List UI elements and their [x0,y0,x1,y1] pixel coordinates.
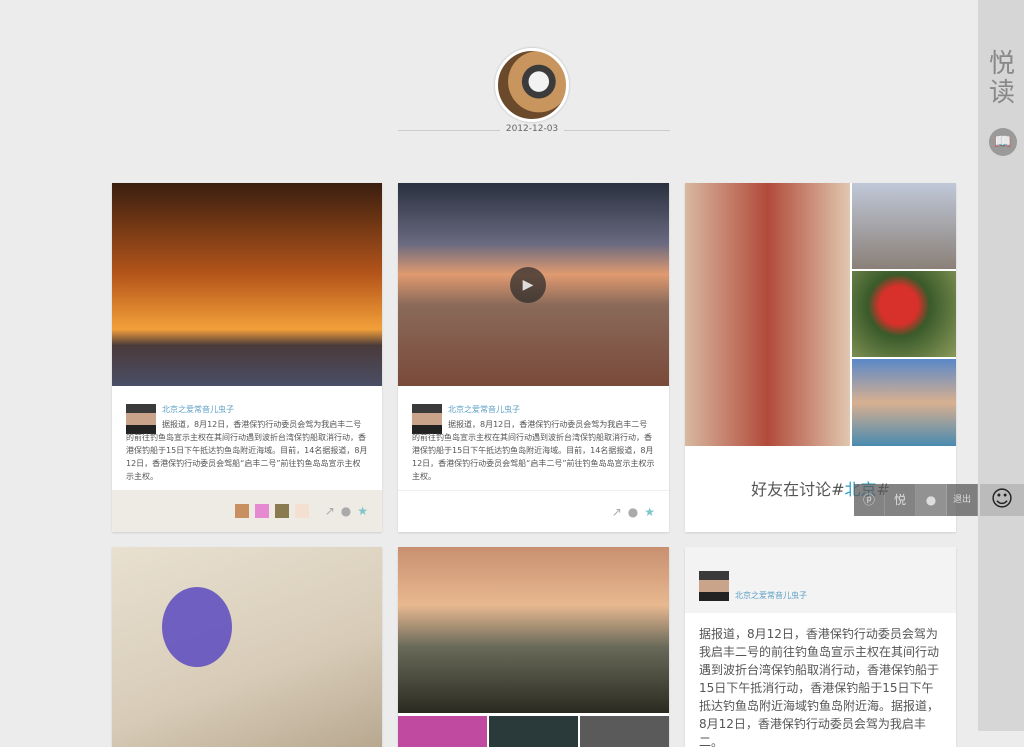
post-footer: ↗ ● ★ [112,490,382,532]
author-name[interactable]: 北京之爱常音儿虫子 [735,590,807,601]
collage-image[interactable] [852,359,956,446]
user-face-avatar[interactable]: ☺ [980,484,1024,516]
logout-button[interactable]: 退出 [947,484,978,516]
book-icon[interactable]: 📖 [989,128,1017,156]
pin-icon[interactable]: ⓟ [854,484,885,516]
friend-avatar[interactable] [234,504,249,518]
collage-image[interactable] [852,183,956,269]
post-card[interactable]: 北京之爱常音儿虫子 据报道，8月12日，香港保钓行动委员会驾为我启丰二号的前往钓… [685,547,956,747]
star-icon[interactable]: ★ [357,504,368,518]
thumb-image[interactable] [398,716,487,747]
author-avatar[interactable] [412,404,442,434]
thumb-image[interactable] [489,716,578,747]
star-icon[interactable]: ★ [644,505,655,519]
collage-image[interactable] [685,183,850,446]
post-card[interactable] [398,547,669,747]
comment-icon[interactable]: ● [916,484,947,516]
collage-image[interactable] [852,271,956,357]
post-header: 北京之爱常音儿虫子 [685,547,956,613]
sidebar [978,0,1024,731]
post-image[interactable] [112,547,382,747]
share-icon[interactable]: ↗ [325,504,335,518]
share-icon[interactable]: ↗ [612,505,622,519]
thumb-image[interactable] [580,716,669,747]
post-text: 据报道，8月12日，香港保钓行动委员会驾为我启丰二号的前往钓鱼岛宣示主权在其间行… [699,627,940,747]
author-avatar[interactable] [699,571,729,601]
comment-icon[interactable]: ● [628,505,638,519]
yue-button[interactable]: 悦 [885,484,916,516]
friend-avatar[interactable] [254,504,269,518]
play-icon[interactable]: ▶ [510,267,546,303]
friend-avatar[interactable] [294,504,309,518]
comment-icon[interactable]: ● [341,504,351,518]
floating-toolbar: ⓟ 悦 ● 退出 [854,484,978,516]
date-label: 2012-12-03 [500,124,564,134]
post-footer: ↗ ● ★ [398,490,669,532]
app-logo[interactable]: 悦读 [987,50,1017,108]
post-card[interactable]: ▶ 北京之爱常音儿虫子 据报道，8月12日，香港保钓行动委员会驾为我启丰二号的前… [398,183,669,532]
user-avatar[interactable] [495,48,569,122]
friend-avatar[interactable] [274,504,289,518]
post-image[interactable] [398,547,669,713]
post-image[interactable] [112,183,382,386]
discussion-card[interactable]: 好友在讨论#北京# [685,183,956,532]
post-card[interactable]: 北京之爱常音儿虫子 据报道，8月12日，香港保钓行动委员会驾为我启丰二号的前往钓… [112,183,382,532]
author-avatar[interactable] [126,404,156,434]
